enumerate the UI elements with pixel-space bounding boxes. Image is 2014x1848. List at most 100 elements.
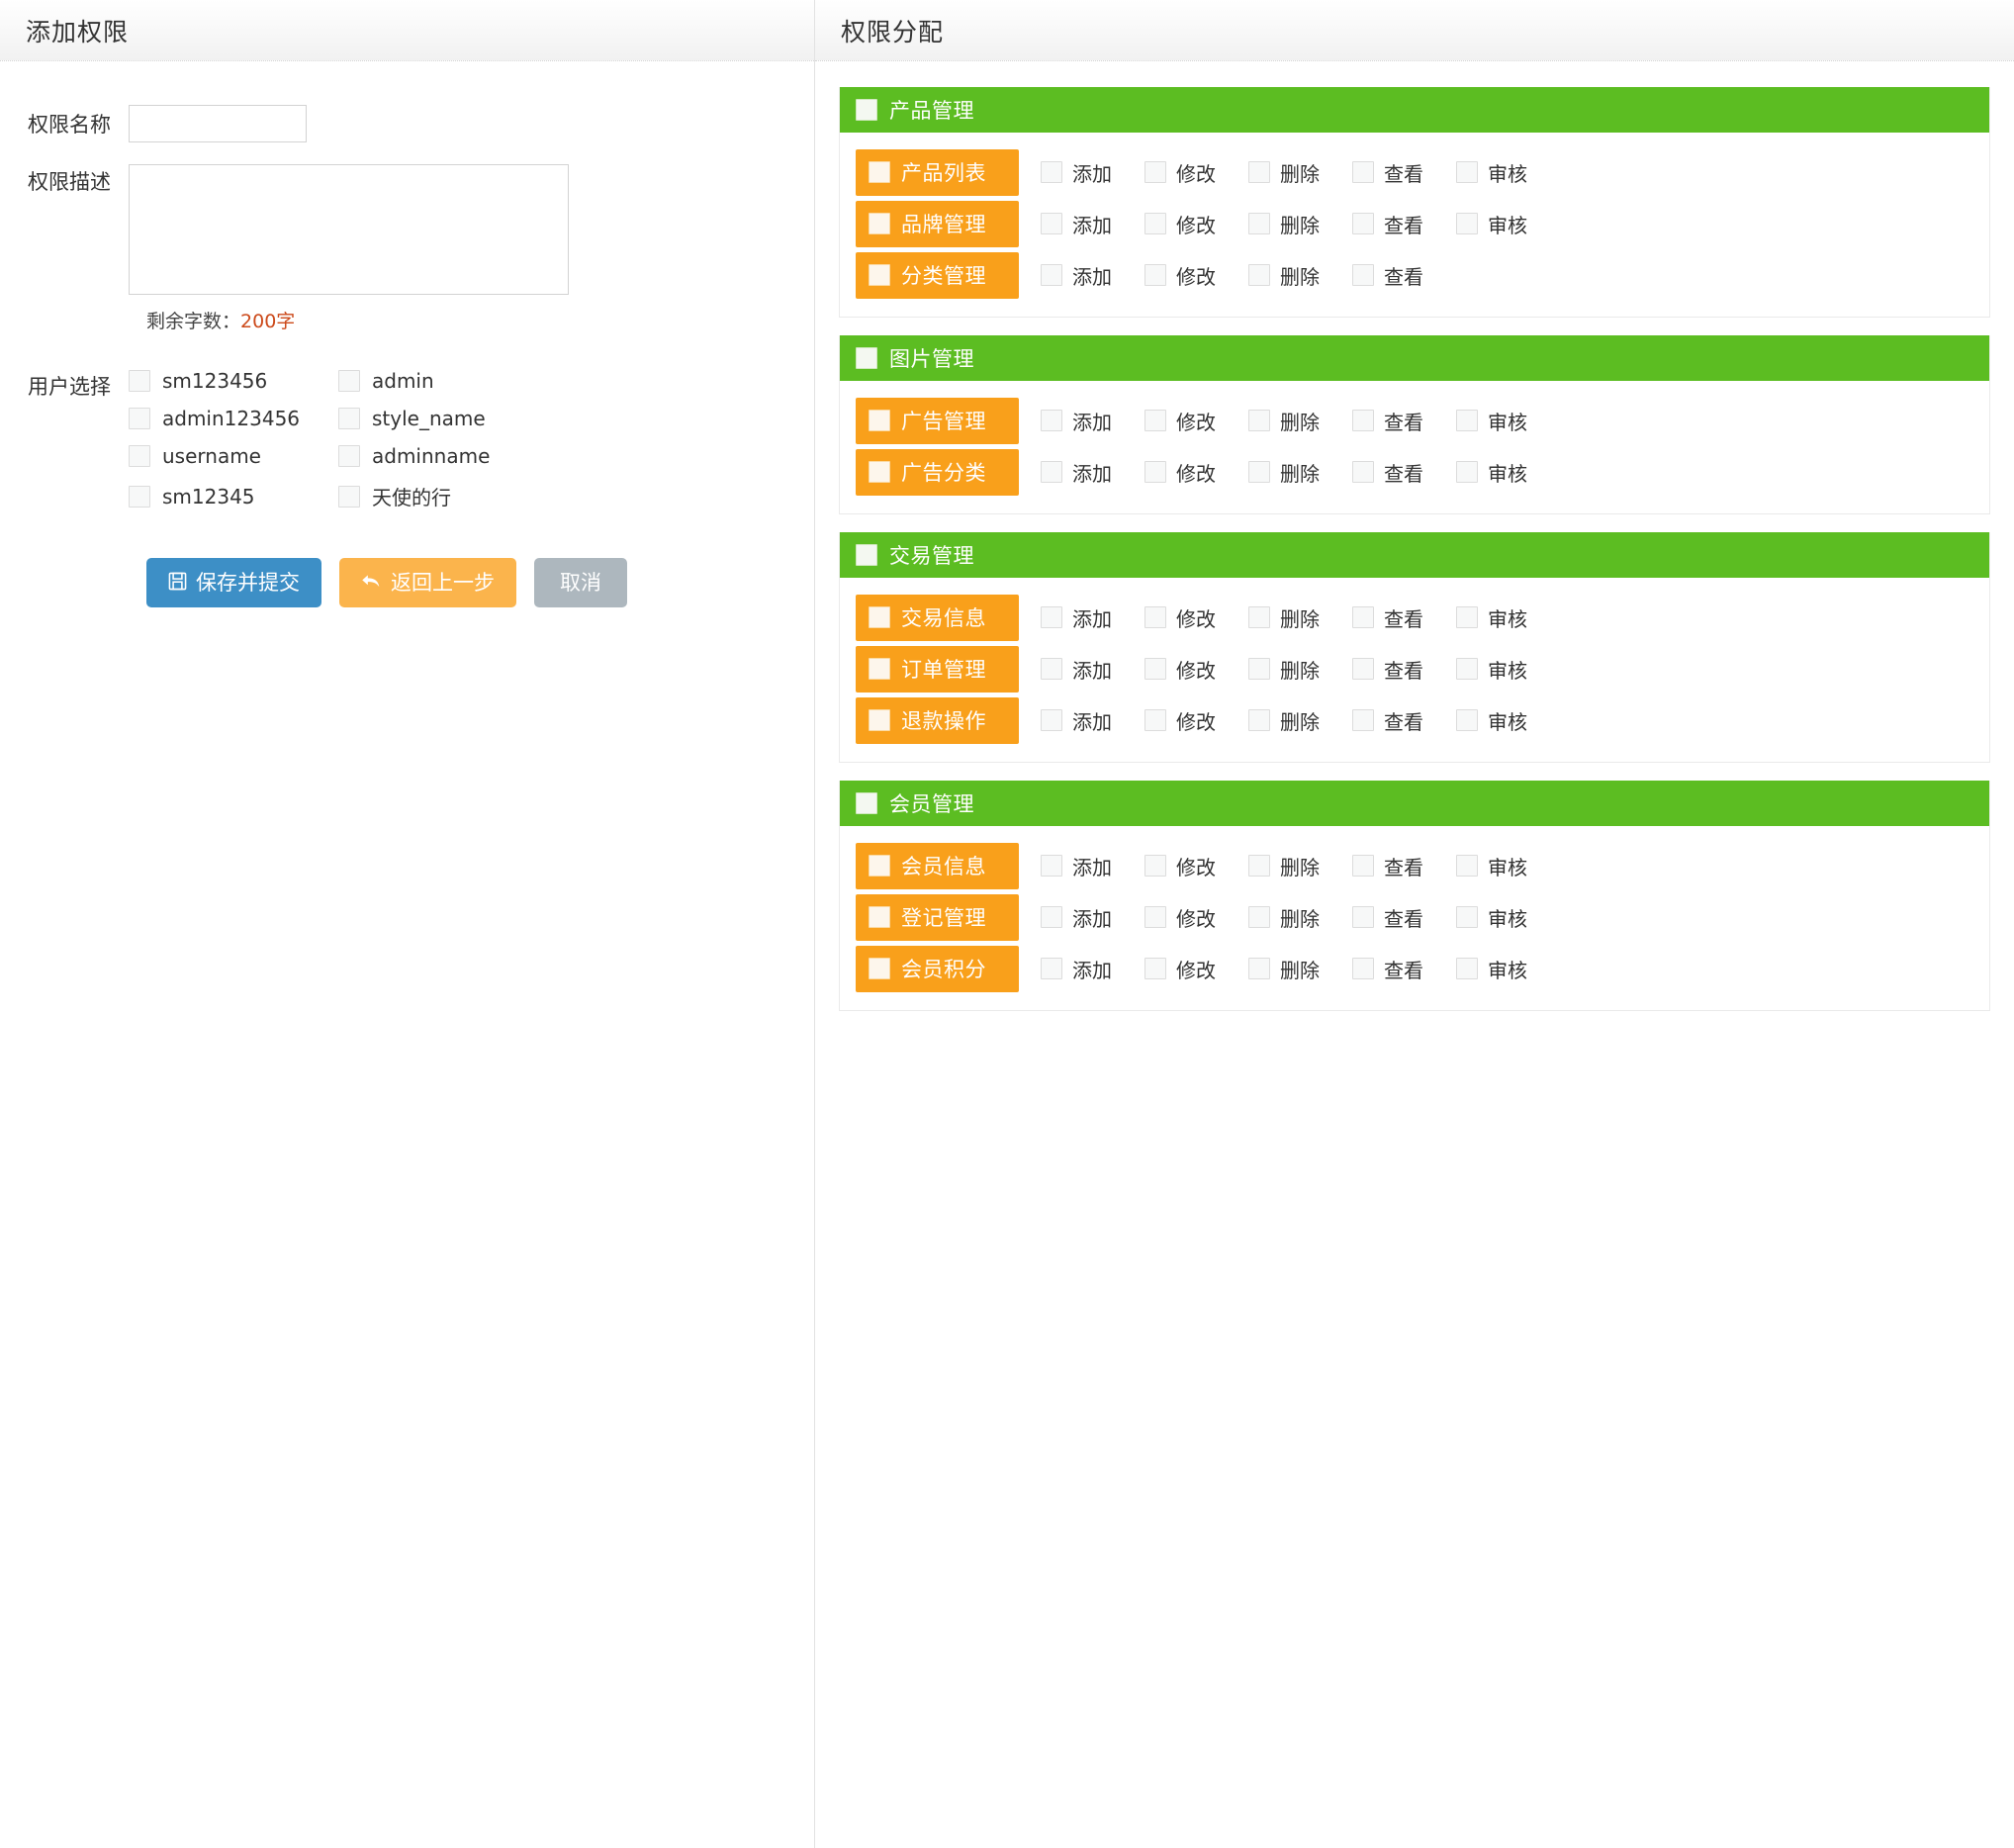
user-option-admin123456[interactable]: admin123456 — [129, 407, 338, 430]
module-chip[interactable]: 会员积分 — [856, 945, 1019, 992]
checkbox-icon[interactable] — [1144, 709, 1166, 731]
checkbox-icon[interactable] — [1041, 658, 1062, 680]
action-checkbox[interactable]: 审核 — [1456, 458, 1560, 487]
checkbox-icon[interactable] — [129, 485, 150, 508]
cancel-button[interactable]: 取消 — [534, 558, 627, 607]
checkbox-icon[interactable] — [1456, 709, 1478, 731]
user-option-admin[interactable]: admin — [338, 369, 548, 393]
checkbox-icon[interactable] — [1248, 958, 1270, 979]
checkbox-icon[interactable] — [869, 161, 890, 183]
action-checkbox[interactable]: 查看 — [1352, 852, 1456, 880]
checkbox-icon[interactable] — [869, 855, 890, 877]
module-chip[interactable]: 品牌管理 — [856, 200, 1019, 247]
action-checkbox[interactable]: 审核 — [1456, 603, 1560, 632]
action-checkbox[interactable]: 删除 — [1248, 603, 1352, 632]
checkbox-icon[interactable] — [338, 445, 360, 467]
save-and-submit-button[interactable]: 保存并提交 — [146, 558, 321, 607]
checkbox-icon[interactable] — [338, 408, 360, 429]
module-chip[interactable]: 登记管理 — [856, 893, 1019, 941]
user-option-tianshidehang[interactable]: 天使的行 — [338, 482, 548, 510]
module-chip[interactable]: 广告分类 — [856, 448, 1019, 496]
action-checkbox[interactable]: 查看 — [1352, 955, 1456, 983]
checkbox-icon[interactable] — [1352, 855, 1374, 877]
module-chip[interactable]: 订单管理 — [856, 645, 1019, 693]
user-option-adminname[interactable]: adminname — [338, 444, 548, 468]
checkbox-icon[interactable] — [856, 99, 877, 121]
checkbox-icon[interactable] — [1041, 213, 1062, 234]
checkbox-icon[interactable] — [1456, 606, 1478, 628]
checkbox-icon[interactable] — [1248, 264, 1270, 286]
action-checkbox[interactable]: 修改 — [1144, 706, 1248, 735]
checkbox-icon[interactable] — [1041, 410, 1062, 431]
action-checkbox[interactable]: 添加 — [1041, 407, 1144, 435]
checkbox-icon[interactable] — [1144, 855, 1166, 877]
checkbox-icon[interactable] — [1041, 906, 1062, 928]
action-checkbox[interactable]: 删除 — [1248, 903, 1352, 932]
user-option-sm12345[interactable]: sm12345 — [129, 482, 338, 510]
checkbox-icon[interactable] — [338, 485, 360, 508]
checkbox-icon[interactable] — [1352, 606, 1374, 628]
checkbox-icon[interactable] — [1248, 606, 1270, 628]
checkbox-icon[interactable] — [129, 370, 150, 392]
checkbox-icon[interactable] — [1041, 264, 1062, 286]
checkbox-icon[interactable] — [1456, 410, 1478, 431]
checkbox-icon[interactable] — [1456, 658, 1478, 680]
action-checkbox[interactable]: 查看 — [1352, 655, 1456, 684]
action-checkbox[interactable]: 审核 — [1456, 955, 1560, 983]
checkbox-icon[interactable] — [1248, 709, 1270, 731]
checkbox-icon[interactable] — [1144, 606, 1166, 628]
checkbox-icon[interactable] — [869, 213, 890, 234]
checkbox-icon[interactable] — [129, 445, 150, 467]
checkbox-icon[interactable] — [1041, 461, 1062, 483]
checkbox-icon[interactable] — [1144, 213, 1166, 234]
action-checkbox[interactable]: 添加 — [1041, 706, 1144, 735]
permission-name-input[interactable] — [129, 105, 307, 142]
checkbox-icon[interactable] — [1144, 906, 1166, 928]
checkbox-icon[interactable] — [1041, 855, 1062, 877]
checkbox-icon[interactable] — [869, 709, 890, 731]
permission-desc-textarea[interactable] — [129, 164, 569, 295]
checkbox-icon[interactable] — [869, 958, 890, 979]
checkbox-icon[interactable] — [1352, 709, 1374, 731]
checkbox-icon[interactable] — [1248, 213, 1270, 234]
checkbox-icon[interactable] — [1352, 410, 1374, 431]
checkbox-icon[interactable] — [1144, 264, 1166, 286]
checkbox-icon[interactable] — [1041, 606, 1062, 628]
action-checkbox[interactable]: 审核 — [1456, 903, 1560, 932]
action-checkbox[interactable]: 查看 — [1352, 903, 1456, 932]
checkbox-icon[interactable] — [1352, 461, 1374, 483]
action-checkbox[interactable]: 审核 — [1456, 158, 1560, 187]
action-checkbox[interactable]: 查看 — [1352, 210, 1456, 238]
checkbox-icon[interactable] — [1352, 958, 1374, 979]
module-chip[interactable]: 广告管理 — [856, 397, 1019, 444]
action-checkbox[interactable]: 审核 — [1456, 407, 1560, 435]
checkbox-icon[interactable] — [1144, 658, 1166, 680]
checkbox-icon[interactable] — [1352, 658, 1374, 680]
checkbox-icon[interactable] — [856, 792, 877, 814]
user-option-sm123456[interactable]: sm123456 — [129, 369, 338, 393]
action-checkbox[interactable]: 删除 — [1248, 158, 1352, 187]
action-checkbox[interactable]: 修改 — [1144, 955, 1248, 983]
checkbox-icon[interactable] — [1456, 213, 1478, 234]
checkbox-icon[interactable] — [1352, 264, 1374, 286]
action-checkbox[interactable]: 添加 — [1041, 210, 1144, 238]
checkbox-icon[interactable] — [1248, 906, 1270, 928]
action-checkbox[interactable]: 删除 — [1248, 852, 1352, 880]
checkbox-icon[interactable] — [856, 347, 877, 369]
checkbox-icon[interactable] — [1248, 410, 1270, 431]
checkbox-icon[interactable] — [1041, 709, 1062, 731]
checkbox-icon[interactable] — [1456, 958, 1478, 979]
action-checkbox[interactable]: 查看 — [1352, 458, 1456, 487]
action-checkbox[interactable]: 修改 — [1144, 261, 1248, 290]
action-checkbox[interactable]: 修改 — [1144, 407, 1248, 435]
action-checkbox[interactable]: 添加 — [1041, 458, 1144, 487]
action-checkbox[interactable]: 审核 — [1456, 706, 1560, 735]
checkbox-icon[interactable] — [1248, 161, 1270, 183]
action-checkbox[interactable]: 添加 — [1041, 852, 1144, 880]
action-checkbox[interactable]: 修改 — [1144, 852, 1248, 880]
action-checkbox[interactable]: 修改 — [1144, 158, 1248, 187]
action-checkbox[interactable]: 添加 — [1041, 158, 1144, 187]
action-checkbox[interactable]: 修改 — [1144, 210, 1248, 238]
checkbox-icon[interactable] — [338, 370, 360, 392]
section-header[interactable]: 产品管理 — [840, 87, 1989, 133]
